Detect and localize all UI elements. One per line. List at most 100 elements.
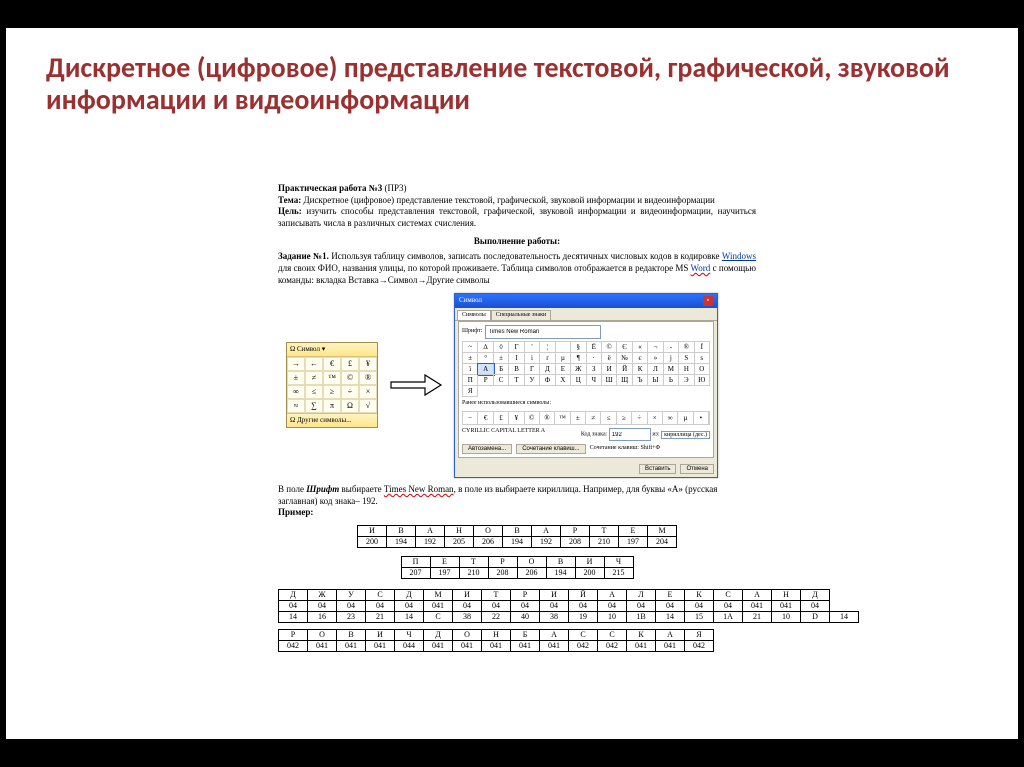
char-cell[interactable]: М [664, 364, 679, 375]
symbol-cell[interactable]: ∑ [305, 399, 323, 413]
char-cell[interactable]: і [525, 353, 540, 364]
char-cell[interactable]: Е [556, 364, 571, 375]
windows-link[interactable]: Windows [722, 251, 756, 261]
char-cell[interactable]: Г [525, 364, 540, 375]
char-cell[interactable]: Γ [509, 342, 524, 353]
symbol-cell[interactable]: → [287, 357, 305, 371]
char-cell[interactable]: Щ [617, 375, 632, 386]
cancel-button[interactable]: Отмена [680, 464, 714, 474]
word-link[interactable]: Word [691, 263, 711, 273]
code-input[interactable] [609, 428, 651, 441]
char-cell[interactable]: Т [509, 375, 524, 386]
char-cell[interactable]: Ф [540, 375, 555, 386]
recent-row[interactable]: −€£¥©®™±≠≤≥÷×∞µ• [462, 411, 710, 425]
char-cell[interactable]: Ё [587, 342, 602, 353]
char-cell[interactable]: ± [494, 353, 509, 364]
recent-cell[interactable]: € [478, 412, 493, 424]
char-cell[interactable]: © [602, 342, 617, 353]
symbol-cell[interactable]: ≈ [287, 399, 305, 413]
char-cell[interactable]: Ю [695, 375, 710, 386]
char-cell[interactable]: З [587, 364, 602, 375]
char-cell[interactable]: § [571, 342, 586, 353]
close-icon[interactable]: × [703, 296, 713, 306]
char-cell[interactable]: ґ [540, 353, 555, 364]
symbol-cell[interactable]: ≤ [305, 385, 323, 399]
char-cell[interactable]: · [587, 353, 602, 364]
char-cell[interactable]: А [478, 364, 493, 375]
char-cell[interactable]: Р [478, 375, 493, 386]
char-cell[interactable]: Ъ [633, 375, 648, 386]
symbol-cell[interactable]: ∞ [287, 385, 305, 399]
font-select[interactable] [485, 325, 601, 339]
recent-cell[interactable]: ™ [555, 412, 570, 424]
symbol-cell[interactable]: π [323, 399, 341, 413]
char-cell[interactable]: ° [478, 353, 493, 364]
recent-cell[interactable]: © [525, 412, 540, 424]
other-symbols-button[interactable]: Ω Другие символы... [287, 413, 377, 427]
symbol-cell[interactable]: ← [305, 357, 323, 371]
recent-cell[interactable]: ≠ [586, 412, 601, 424]
char-cell[interactable]: В [509, 364, 524, 375]
recent-cell[interactable]: ≥ [617, 412, 632, 424]
recent-cell[interactable]: µ [678, 412, 693, 424]
autoreplace-button[interactable]: Автозамена... [462, 444, 512, 454]
symbol-cell[interactable]: × [359, 385, 377, 399]
recent-cell[interactable]: ≤ [601, 412, 616, 424]
char-cell[interactable]: Д [540, 364, 555, 375]
char-cell[interactable]: Х [556, 375, 571, 386]
char-cell[interactable]: ¬ [648, 342, 663, 353]
char-cell[interactable]: ј [664, 353, 679, 364]
char-grid[interactable]: ~∆◊Γ'¦ §Ё©Є«¬-®Ї±°±Ііґµ¶·ё№є»јЅѕїАБВГДЕЖ… [462, 341, 710, 397]
char-cell[interactable]: Н [679, 364, 694, 375]
symbol-cell[interactable]: ® [359, 371, 377, 385]
recent-cell[interactable]: £ [494, 412, 509, 424]
symbol-cell[interactable]: £ [341, 357, 359, 371]
char-cell[interactable]: ∆ [478, 342, 493, 353]
char-cell[interactable]: К [633, 364, 648, 375]
char-cell[interactable]: ё [602, 353, 617, 364]
symbol-cell[interactable]: ™ [323, 371, 341, 385]
char-cell[interactable]: є [633, 353, 648, 364]
from-select[interactable]: кириллица (дес.) [661, 431, 710, 439]
char-cell[interactable]: ' [525, 342, 540, 353]
tab-special[interactable]: Специальные знаки [491, 310, 552, 321]
char-cell[interactable]: Б [494, 364, 509, 375]
recent-cell[interactable]: ® [540, 412, 555, 424]
recent-cell[interactable]: ¥ [509, 412, 524, 424]
char-cell[interactable]: Є [617, 342, 632, 353]
recent-cell[interactable]: ÷ [632, 412, 647, 424]
char-cell[interactable]: ѕ [695, 353, 710, 364]
char-cell[interactable]: Э [679, 375, 694, 386]
shortcut-button[interactable]: Сочетание клавиш... [516, 444, 585, 454]
char-cell[interactable]: Ѕ [679, 353, 694, 364]
char-cell[interactable]: ◊ [494, 342, 509, 353]
char-cell[interactable]: µ [556, 353, 571, 364]
char-cell[interactable]: Ы [648, 375, 663, 386]
tab-symbols[interactable]: Символы [457, 310, 491, 321]
symbol-cell[interactable]: ≥ [323, 385, 341, 399]
char-cell[interactable]: Ь [664, 375, 679, 386]
char-cell[interactable]: Й [617, 364, 632, 375]
char-cell[interactable]: У [525, 375, 540, 386]
char-cell[interactable]: О [695, 364, 710, 375]
char-cell[interactable]: ± [463, 353, 478, 364]
symbol-cell[interactable]: € [323, 357, 341, 371]
char-cell[interactable]: И [602, 364, 617, 375]
symbol-cell[interactable]: ± [287, 371, 305, 385]
insert-button[interactable]: Вставить [639, 464, 676, 474]
recent-cell[interactable]: − [463, 412, 478, 424]
symbol-cell[interactable]: © [341, 371, 359, 385]
char-cell[interactable]: І [509, 353, 524, 364]
char-cell[interactable]: Ц [571, 375, 586, 386]
char-cell[interactable]: Л [648, 364, 663, 375]
char-cell[interactable]: ® [679, 342, 694, 353]
char-cell[interactable]: ¦ [540, 342, 555, 353]
char-cell[interactable]: « [633, 342, 648, 353]
symbol-cell[interactable]: ¥ [359, 357, 377, 371]
char-cell[interactable]: Ш [602, 375, 617, 386]
char-cell[interactable]: Я [463, 386, 478, 397]
char-cell[interactable]: С [494, 375, 509, 386]
char-cell[interactable]: » [648, 353, 663, 364]
recent-cell[interactable]: × [648, 412, 663, 424]
char-cell[interactable]: - [664, 342, 679, 353]
